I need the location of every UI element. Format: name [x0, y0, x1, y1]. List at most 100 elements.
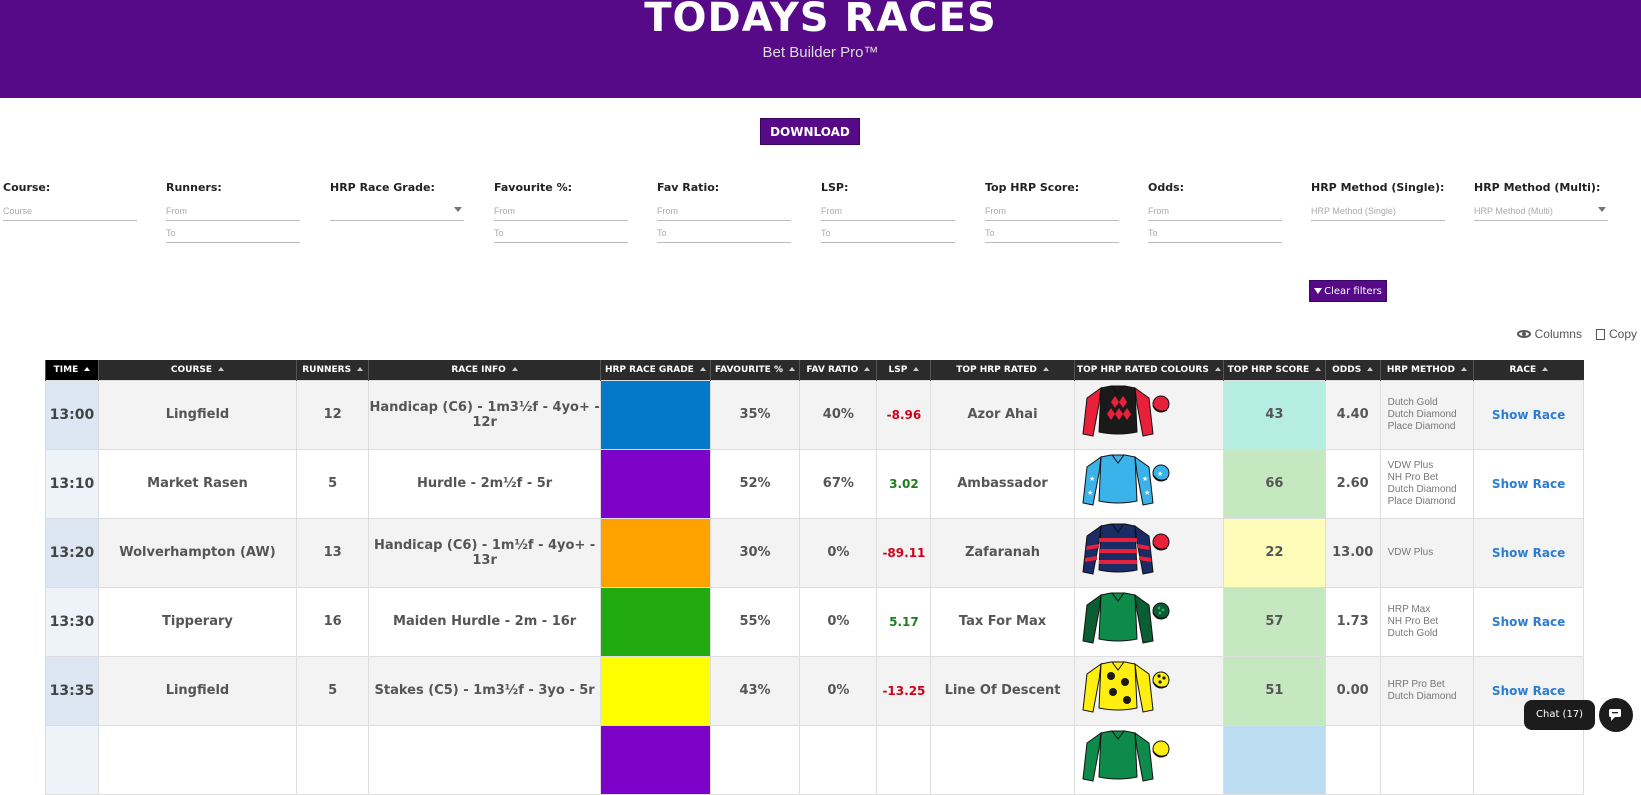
column-header[interactable]: FAVOURITE %: [709, 360, 800, 380]
filter-input[interactable]: To: [821, 225, 955, 243]
chat-label[interactable]: Chat (17): [1524, 700, 1596, 730]
filter-input[interactable]: From: [985, 203, 1119, 221]
show-race-link[interactable]: Show Race: [1473, 586, 1584, 657]
column-header[interactable]: LSP: [876, 360, 931, 380]
filter-input[interactable]: From: [494, 203, 628, 221]
favourite-percent: 52%: [709, 448, 801, 519]
top-hrp-rated-colours: [1073, 724, 1225, 795]
show-race-link[interactable]: Show Race: [1473, 379, 1584, 450]
filter-placeholder: From: [821, 206, 842, 216]
favourite-percent: 43%: [709, 655, 801, 726]
download-button[interactable]: DOWNLOAD: [760, 118, 860, 145]
sort-up-icon: [511, 367, 518, 372]
filter-input[interactable]: To: [494, 225, 628, 243]
filter-input[interactable]: To: [166, 225, 300, 243]
chat-widget[interactable]: Chat (17): [1524, 698, 1634, 732]
filter-label: Favourite %:: [494, 181, 573, 194]
show-race-link[interactable]: Show Race: [1473, 517, 1584, 588]
columns-button[interactable]: Columns: [1516, 327, 1582, 341]
race-info: Handicap (C6) - 1m3½f - 4yo+ - 12r: [368, 379, 601, 450]
filter-input[interactable]: From: [166, 203, 300, 221]
filter-select[interactable]: HRP Method (Multi): [1474, 203, 1608, 221]
show-race-link[interactable]: [1473, 724, 1584, 795]
lsp-value: -13.25: [876, 655, 932, 726]
copy-label: Copy: [1608, 327, 1637, 341]
filter-group: LSP: From To: [821, 181, 955, 243]
filter-input[interactable]: To: [657, 225, 791, 243]
column-header[interactable]: TIME: [45, 360, 99, 380]
lsp-value: 3.02: [876, 448, 932, 519]
filter-input[interactable]: From: [1148, 203, 1282, 221]
top-hrp-score: 57: [1223, 586, 1326, 657]
filter-input[interactable]: To: [1148, 225, 1282, 243]
filter-input[interactable]: From: [821, 203, 955, 221]
sort-up-icon: [357, 367, 364, 372]
top-hrp-score: 22: [1223, 517, 1326, 588]
column-header[interactable]: RUNNERS: [296, 360, 369, 380]
sort-up-icon: [1542, 367, 1549, 372]
race-course: Market Rasen: [97, 448, 298, 519]
hrp-method-item: Place Diamond: [1387, 420, 1456, 432]
filter-input[interactable]: From: [657, 203, 791, 221]
hrp-method-list: HRP Pro Bet Dutch Diamond: [1379, 655, 1475, 726]
top-hrp-rated-colours: [1073, 586, 1225, 657]
column-header[interactable]: TOP HRP SCORE: [1223, 360, 1326, 380]
lsp-value: -8.96: [876, 379, 932, 450]
filter-placeholder: To: [1148, 228, 1158, 238]
copy-icon: [1592, 326, 1605, 340]
column-header-label: FAV RATIO: [806, 364, 859, 375]
race-grade-swatch: [601, 725, 710, 794]
race-grade-swatch: [601, 380, 710, 449]
top-hrp-rated: Zafaranah: [930, 517, 1075, 588]
column-header-label: RUNNERS: [302, 364, 352, 375]
table-row: [45, 724, 1584, 795]
column-header[interactable]: ODDS: [1324, 360, 1381, 380]
column-header[interactable]: TOP HRP RATED: [930, 360, 1075, 380]
filter-input[interactable]: HRP Method (Single): [1311, 203, 1445, 221]
column-header[interactable]: TOP HRP RATED COLOURS: [1073, 360, 1224, 380]
filter-label: LSP:: [821, 181, 849, 194]
filter-select[interactable]: [330, 203, 464, 221]
eye-icon: [1516, 330, 1531, 338]
chat-bubble-icon[interactable]: [1599, 698, 1634, 732]
filter-label: HRP Method (Multi):: [1474, 181, 1601, 194]
hrp-method-item: VDW Plus: [1387, 546, 1434, 558]
column-header[interactable]: HRP METHOD: [1379, 360, 1474, 380]
hrp-method-list: Dutch Gold Dutch Diamond Place Diamond: [1379, 379, 1475, 450]
show-race-link[interactable]: Show Race: [1473, 448, 1584, 519]
filter-input[interactable]: Course: [3, 203, 137, 221]
svg-text:★: ★: [1087, 489, 1093, 497]
top-hrp-rated-colours: [1073, 655, 1225, 726]
column-header-label: HRP RACE GRADE: [604, 364, 694, 375]
clear-filters-button[interactable]: Clear filters: [1309, 280, 1387, 302]
column-header[interactable]: FAV RATIO: [799, 360, 877, 380]
race-time: [45, 724, 99, 795]
chevron-down-icon: [454, 207, 462, 212]
race-runners: 16: [296, 586, 370, 657]
hrp-method-list: HRP Max NH Pro Bet Dutch Gold: [1379, 586, 1475, 657]
column-header[interactable]: HRP RACE GRADE: [600, 360, 711, 380]
race-info: Stakes (C5) - 1m3½f - 3yo - 5r: [368, 655, 601, 726]
column-header-label: ODDS: [1332, 364, 1362, 375]
filter-placeholder: Course: [3, 206, 33, 216]
table-header-row: TIME COURSE RUNNERS RACE INFO HRP RACE GRADE…: [45, 360, 1584, 380]
racing-silk-icon: [1082, 730, 1170, 782]
favourite-percent: 55%: [709, 586, 801, 657]
column-header-label: TIME: [53, 364, 79, 375]
filter-placeholder: From: [494, 206, 515, 216]
filter-label: Fav Ratio:: [657, 181, 720, 194]
column-header[interactable]: RACE: [1473, 360, 1584, 380]
filter-input[interactable]: To: [985, 225, 1119, 243]
top-hrp-rated: Ambassador: [930, 448, 1075, 519]
racing-silk-icon: [1082, 385, 1170, 437]
sort-up-icon: [218, 367, 225, 372]
filter-placeholder: To: [494, 228, 504, 238]
odds-value: [1324, 724, 1381, 795]
copy-button[interactable]: Copy: [1592, 326, 1637, 341]
column-header[interactable]: RACE INFO: [368, 360, 601, 380]
column-header[interactable]: COURSE: [97, 360, 297, 380]
fav-ratio: 0%: [799, 517, 878, 588]
racing-silk-icon: ★ ★ ★ ★ ★: [1082, 454, 1170, 506]
race-time: 13:30: [45, 586, 99, 657]
sort-up-icon: [1460, 367, 1467, 372]
